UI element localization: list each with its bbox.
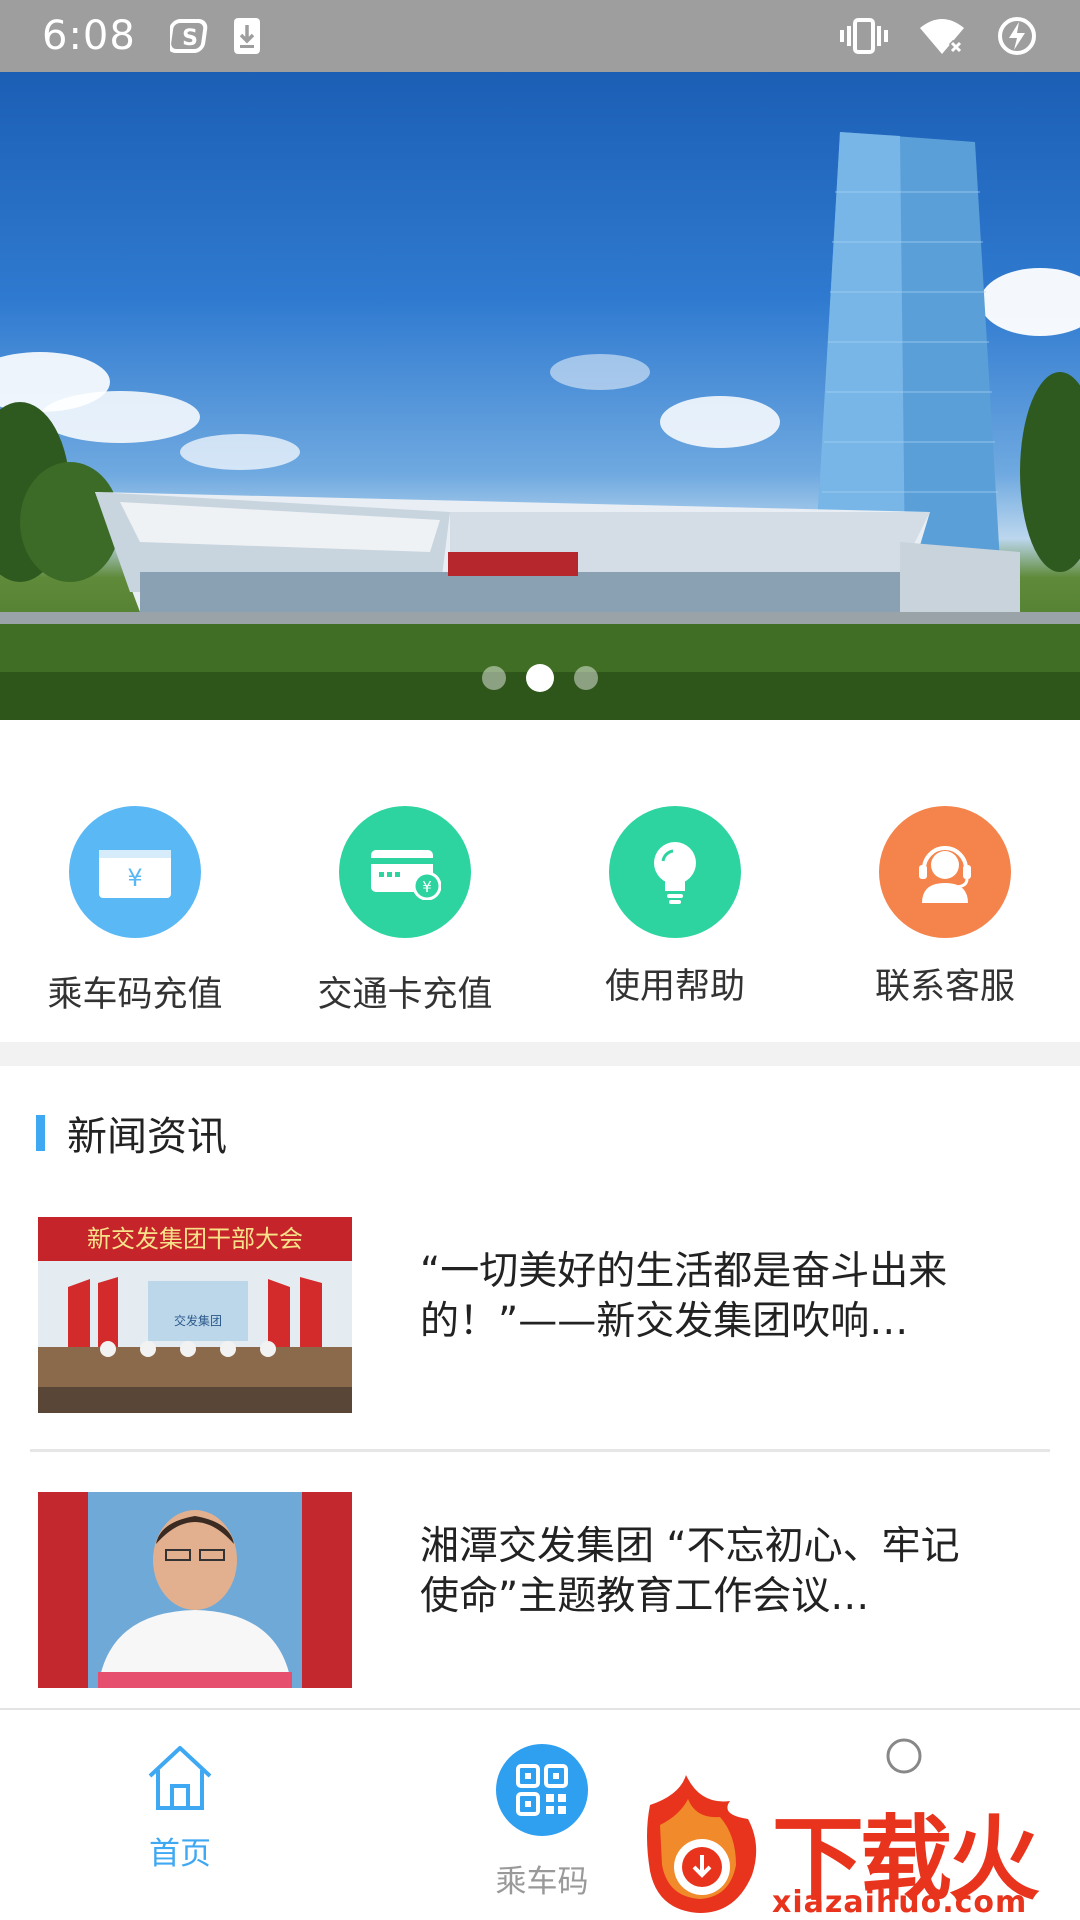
carousel-dot-active[interactable] (526, 664, 554, 692)
status-bar: 6:08 S (0, 0, 1080, 72)
customer-service-label: 联系客服 (874, 967, 1015, 1007)
qrcode-topup-button[interactable]: ¥ 乘车码充值 (0, 720, 270, 1042)
transit-card-topup-button[interactable]: ¥ 交通卡充值 (270, 720, 540, 1042)
battery-charging-icon (996, 15, 1038, 57)
news-item[interactable]: 新交发集团干部大会 交发集团 “一切美好的生活都是奋斗出来的！”——新交发集团吹… (0, 1217, 1080, 1467)
status-time: 6:08 (42, 13, 136, 59)
tab-home[interactable]: 首页 (0, 1710, 360, 1920)
banner-carousel[interactable] (0, 72, 1080, 720)
thumb-caption: 新交发集团干部大会 (87, 1225, 303, 1253)
vibrate-icon (840, 16, 888, 56)
thumb-sign: 交发集团 (174, 1313, 222, 1328)
flame-logo-icon (647, 1775, 757, 1913)
credit-card-icon: ¥ (339, 806, 471, 938)
circle-icon (884, 1736, 924, 1780)
carousel-indicators (0, 664, 1080, 692)
watermark-url: xiazaihuo.com (772, 1885, 1028, 1920)
news-separator (30, 1449, 1050, 1452)
news-thumbnail: 新交发集团干部大会 交发集团 (38, 1217, 352, 1413)
banner-image (0, 132, 1080, 720)
section-divider (0, 1042, 1080, 1066)
news-section-header: 新闻资讯 (36, 1104, 227, 1162)
help-label: 使用帮助 (604, 967, 745, 1007)
app-screen: 6:08 S ¥ 乘车码充值 ¥ 交通卡充值 使用帮助 联系客服 新闻资讯 新交… (0, 0, 1080, 1920)
svg-text:¥: ¥ (422, 878, 432, 896)
sogou-icon: S (169, 16, 210, 56)
svg-text:¥: ¥ (127, 864, 142, 892)
tab-ride-code-label: 乘车码 (495, 1864, 589, 1900)
transit-card-topup-label: 交通卡充值 (317, 975, 493, 1015)
customer-service-button[interactable]: 联系客服 (810, 720, 1080, 1042)
headset-icon (879, 806, 1011, 938)
quick-actions: ¥ 乘车码充值 ¥ 交通卡充值 使用帮助 联系客服 (0, 720, 1080, 1042)
lightbulb-icon (609, 806, 741, 938)
qrcode-topup-label: 乘车码充值 (47, 975, 223, 1015)
section-accent-bar (36, 1115, 45, 1151)
tab-home-label: 首页 (149, 1836, 211, 1872)
news-item-title: 湘潭交发集团 “不忘初心、牢记使命”主题教育工作会议… (420, 1524, 960, 1619)
carousel-dot[interactable] (482, 666, 506, 690)
watermark: 下载火 xiazaihuo.com (640, 1775, 1080, 1920)
wifi-off-icon (918, 16, 966, 56)
help-button[interactable]: 使用帮助 (540, 720, 810, 1042)
news-item[interactable]: 湘潭交发集团 “不忘初心、牢记使命”主题教育工作会议… (0, 1492, 1080, 1742)
carousel-dot[interactable] (574, 666, 598, 690)
news-item-title: “一切美好的生活都是奋斗出来的！”——新交发集团吹响… (420, 1249, 948, 1344)
home-icon (144, 1742, 216, 1816)
qr-code-icon (494, 1742, 590, 1842)
svg-text:S: S (182, 26, 198, 51)
news-thumbnail (38, 1492, 352, 1688)
yuan-card-icon: ¥ (69, 806, 201, 938)
news-section-title: 新闻资讯 (67, 1114, 227, 1160)
download-icon (232, 16, 262, 56)
